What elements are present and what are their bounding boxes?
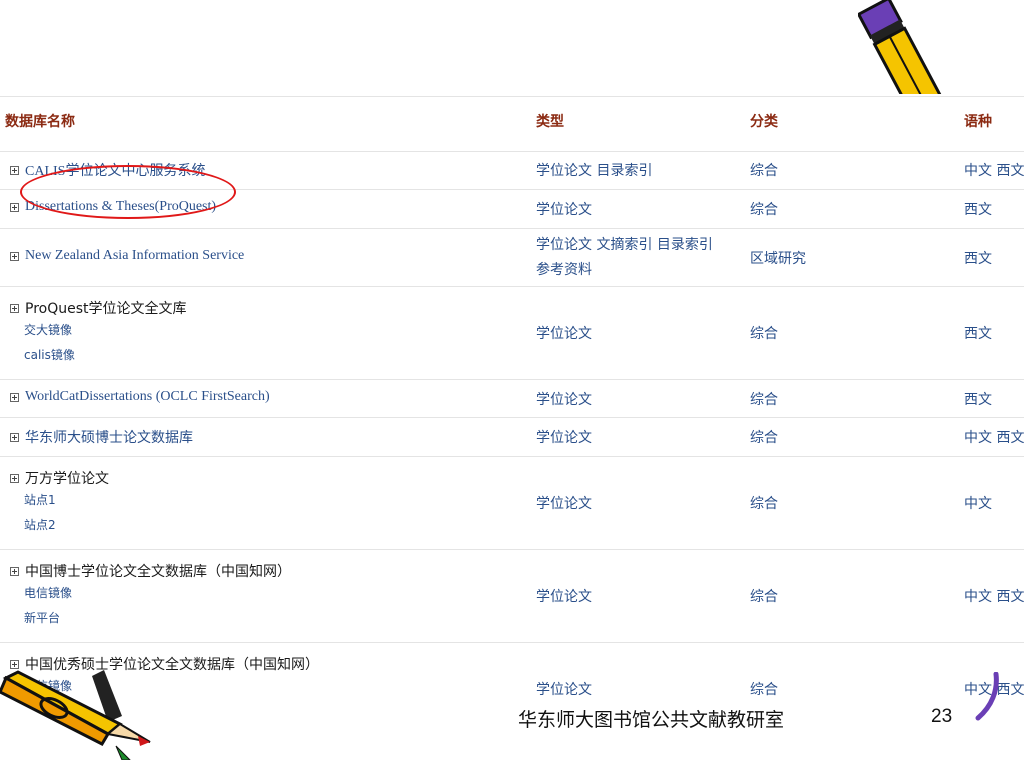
row-language: 西文 xyxy=(964,202,992,218)
row-category: 综合 xyxy=(750,202,778,218)
plus-expand-icon[interactable] xyxy=(10,303,19,313)
table-row[interactable]: ProQuest学位论文全文库 交大镜像 calis镜像 学位论文 综合 西文 xyxy=(0,286,1024,379)
plus-expand-icon[interactable] xyxy=(10,165,19,175)
plus-expand-icon[interactable] xyxy=(10,432,19,442)
header-name: 数据库名称 xyxy=(5,114,75,130)
row-language: 西文 xyxy=(964,392,992,408)
row-category: 综合 xyxy=(750,392,778,408)
row-type: 学位论文 文摘索引 目录索引 参考资料 xyxy=(536,233,713,283)
pencil-clipart-bottom xyxy=(0,670,151,760)
plus-expand-icon[interactable] xyxy=(10,392,19,402)
pen-stroke-decoration xyxy=(975,672,999,721)
row-type: 学位论文 目录索引 xyxy=(536,163,653,179)
row-category: 综合 xyxy=(750,326,778,342)
header-language: 语种 xyxy=(964,114,992,130)
mirror-link[interactable]: calis镜像 xyxy=(24,343,187,367)
row-language: 西文 xyxy=(964,326,992,342)
row-name-cell: WorldCatDissertations (OCLC FirstSearch) xyxy=(10,389,270,405)
plus-expand-icon[interactable] xyxy=(10,473,19,483)
table-header: 数据库名称 类型 分类 语种 xyxy=(0,96,1024,151)
footer-text: 华东师大图书馆公共文献教研室 xyxy=(518,710,785,731)
mirror-link[interactable]: 电信镜像 xyxy=(24,581,291,606)
database-link[interactable]: 万方学位论文 xyxy=(25,468,109,488)
database-link[interactable]: ProQuest学位论文全文库 xyxy=(25,298,187,318)
row-type: 学位论文 xyxy=(536,682,592,698)
row-language: 中文 西文 xyxy=(964,430,1024,446)
row-category: 综合 xyxy=(750,496,778,512)
slide: 数据库名称 类型 分类 语种 CALIS学位论文中心服务系统 学位论文 目录索引… xyxy=(0,0,1024,768)
database-link[interactable]: 华东师大硕博士论文数据库 xyxy=(25,427,193,447)
red-ellipse-highlight xyxy=(20,165,236,219)
row-name-cell: 万方学位论文 站点1 站点2 xyxy=(10,468,109,537)
row-language: 中文 西文 xyxy=(964,589,1024,605)
database-link[interactable]: WorldCatDissertations (OCLC FirstSearch) xyxy=(25,389,270,405)
mirror-link[interactable]: 站点1 xyxy=(24,488,109,513)
table-row[interactable]: WorldCatDissertations (OCLC FirstSearch)… xyxy=(0,379,1024,417)
page-number: 23 xyxy=(931,706,953,727)
row-language: 中文 西文 xyxy=(964,163,1024,179)
plus-expand-icon[interactable] xyxy=(10,566,19,576)
plus-expand-icon[interactable] xyxy=(10,202,19,212)
row-name-cell: 华东师大硕博士论文数据库 xyxy=(10,427,193,447)
row-type-line: 学位论文 文摘索引 目录索引 xyxy=(536,237,713,253)
header-type: 类型 xyxy=(536,114,564,130)
row-type: 学位论文 xyxy=(536,430,592,446)
row-type: 学位论文 xyxy=(536,202,592,218)
table-row[interactable]: 华东师大硕博士论文数据库 学位论文 综合 中文 西文 xyxy=(0,417,1024,456)
row-category: 综合 xyxy=(750,589,778,605)
row-type: 学位论文 xyxy=(536,326,592,342)
row-name-cell: New Zealand Asia Information Service xyxy=(10,248,244,264)
mirror-link[interactable]: 交大镜像 xyxy=(24,318,187,343)
database-link[interactable]: New Zealand Asia Information Service xyxy=(25,248,244,264)
row-language: 西文 xyxy=(964,251,992,267)
row-type-line: 参考资料 xyxy=(536,262,592,278)
row-category: 区域研究 xyxy=(750,251,806,267)
database-link[interactable]: 中国博士学位论文全文数据库（中国知网） xyxy=(25,561,291,581)
row-type: 学位论文 xyxy=(536,496,592,512)
plus-expand-icon[interactable] xyxy=(10,251,19,261)
pencil-clipart-top xyxy=(858,0,958,96)
row-category: 综合 xyxy=(750,163,778,179)
table-row[interactable]: 万方学位论文 站点1 站点2 学位论文 综合 中文 xyxy=(0,456,1024,549)
mirror-link[interactable]: 站点2 xyxy=(24,513,109,537)
row-name-cell: 中国博士学位论文全文数据库（中国知网） 电信镜像 新平台 xyxy=(10,561,291,630)
table-row[interactable]: New Zealand Asia Information Service 学位论… xyxy=(0,228,1024,286)
row-type: 学位论文 xyxy=(536,392,592,408)
row-language: 中文 xyxy=(964,496,992,512)
mirror-link[interactable]: 新平台 xyxy=(24,606,291,630)
table-row[interactable]: 中国博士学位论文全文数据库（中国知网） 电信镜像 新平台 学位论文 综合 中文 … xyxy=(0,549,1024,642)
row-name-cell: ProQuest学位论文全文库 交大镜像 calis镜像 xyxy=(10,298,187,367)
header-category: 分类 xyxy=(750,114,778,130)
row-type: 学位论文 xyxy=(536,589,592,605)
row-category: 综合 xyxy=(750,430,778,446)
row-category: 综合 xyxy=(750,682,778,698)
